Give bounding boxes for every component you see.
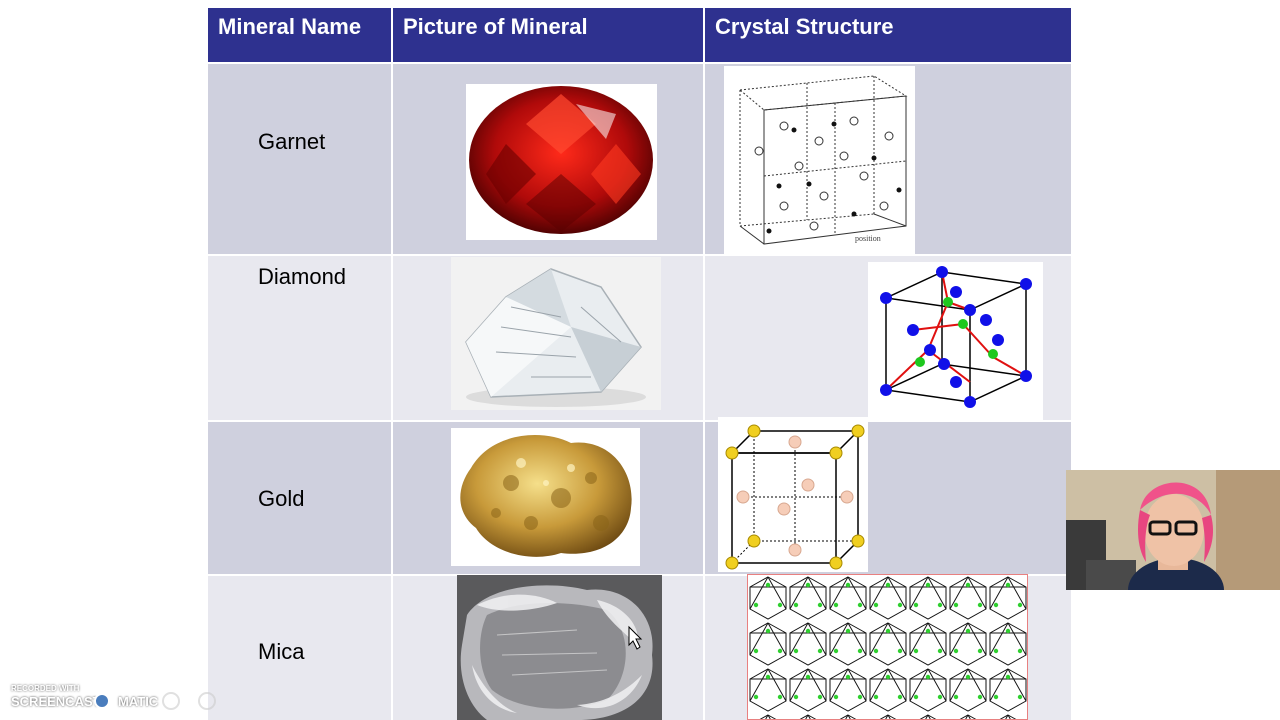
mineral-name-garnet: Garnet bbox=[258, 129, 326, 154]
row-divider bbox=[208, 254, 1071, 256]
watermark-brand: SCREENCAST bbox=[11, 694, 101, 709]
mica-crystal-structure bbox=[747, 574, 1028, 720]
diamond-crystal-structure bbox=[868, 262, 1043, 422]
column-divider bbox=[391, 8, 393, 720]
header-picture: Picture of Mineral bbox=[393, 8, 703, 62]
screencast-watermark: RECORDED WITH SCREENCAST MATIC bbox=[0, 680, 230, 720]
record-icon bbox=[94, 693, 110, 709]
more-icon[interactable] bbox=[198, 692, 216, 710]
mineral-name-gold: Gold bbox=[258, 486, 305, 511]
zoom-icon[interactable] bbox=[162, 692, 180, 710]
watermark-recorded-with: RECORDED WITH bbox=[11, 684, 80, 693]
diamond-picture bbox=[451, 257, 661, 410]
garnet-structure-caption: position bbox=[855, 234, 881, 243]
gold-crystal-structure bbox=[718, 417, 868, 572]
mineral-name-diamond: Diamond bbox=[258, 264, 347, 289]
header-crystal-structure: Crystal Structure bbox=[705, 8, 1071, 62]
header-mineral-name: Mineral Name bbox=[208, 8, 391, 62]
garnet-picture bbox=[466, 84, 657, 240]
watermark-brand: MATIC bbox=[118, 694, 159, 709]
webcam-overlay bbox=[1066, 470, 1280, 590]
garnet-crystal-structure: position bbox=[724, 66, 915, 254]
gold-picture bbox=[451, 428, 640, 566]
mineral-name-mica: Mica bbox=[258, 639, 305, 664]
row-divider bbox=[208, 62, 1071, 64]
mica-picture bbox=[457, 575, 662, 720]
column-divider bbox=[703, 8, 705, 720]
